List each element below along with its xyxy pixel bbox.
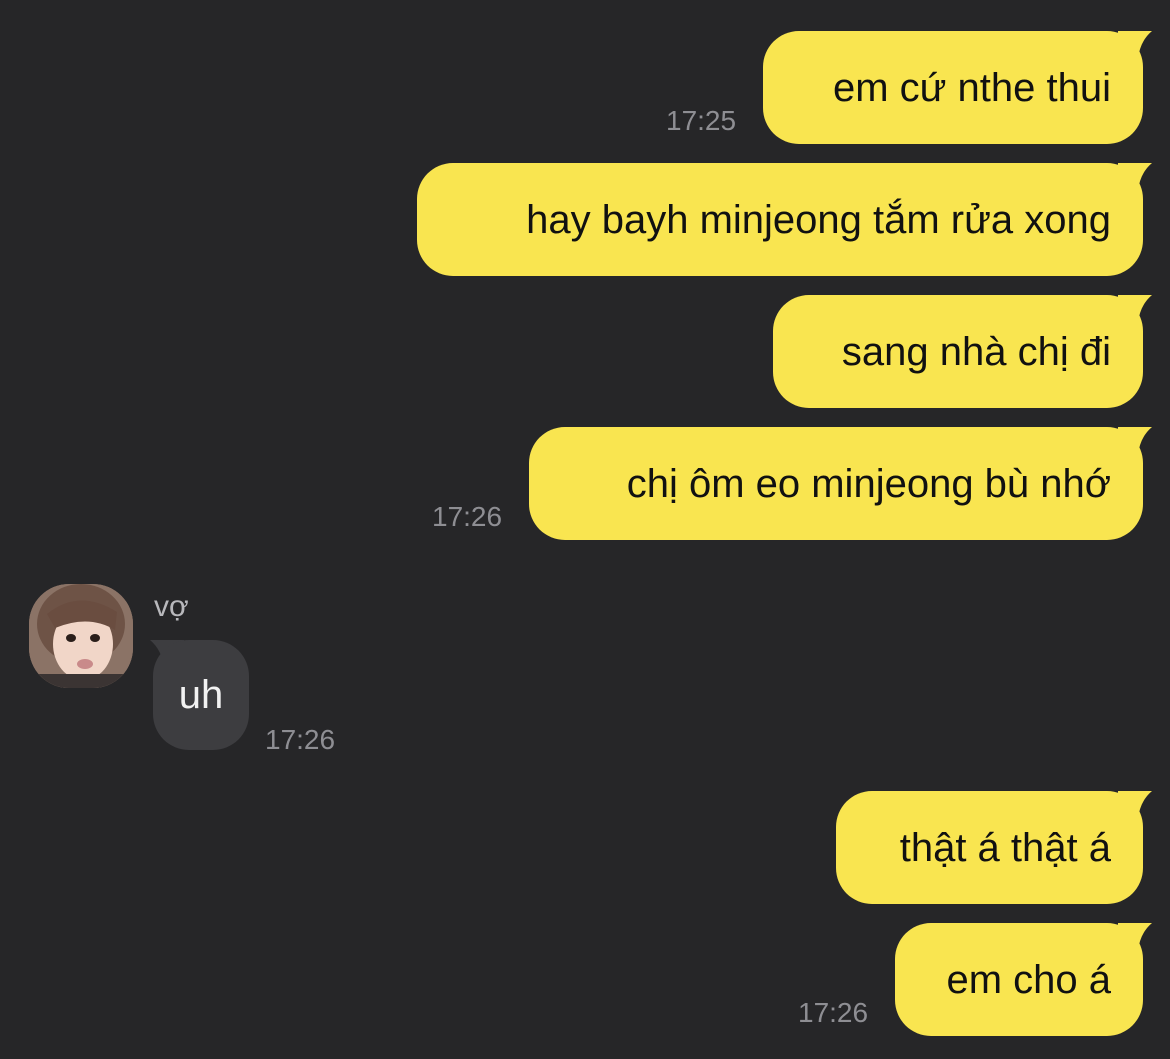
message-bubble-incoming[interactable]: uh — [153, 640, 249, 750]
timestamp: 17:26 — [798, 997, 869, 1028]
bubble-tail-icon — [1118, 31, 1152, 59]
sender-name: vợ — [154, 590, 189, 623]
message-text: chị ôm eo minjeong bù nhớ — [626, 461, 1111, 506]
timestamp: 17:26 — [265, 724, 336, 755]
bubble-tail-icon — [1118, 427, 1152, 455]
bubble-tail-icon — [1118, 923, 1152, 951]
message-bubble-outgoing[interactable]: chị ôm eo minjeong bù nhớ — [529, 427, 1143, 540]
message-text: hay bayh minjeong tắm rửa xong — [526, 197, 1111, 242]
message-bubble-outgoing[interactable]: sang nhà chị đi — [773, 295, 1143, 408]
message-text: thật á thật á — [899, 825, 1111, 870]
timestamp: 17:25 — [666, 105, 737, 136]
bubble-tail-icon — [1118, 791, 1152, 819]
message-bubble-outgoing[interactable]: thật á thật á — [836, 791, 1143, 904]
message-text: uh — [178, 673, 224, 717]
message-bubble-outgoing[interactable]: hay bayh minjeong tắm rửa xong — [417, 163, 1143, 276]
timestamp: 17:26 — [432, 501, 503, 532]
message-text: em cho á — [946, 957, 1111, 1002]
message-text: sang nhà chị đi — [841, 329, 1111, 374]
message-bubble-outgoing[interactable]: em cho á — [895, 923, 1143, 1036]
message-text: em cứ nthe thui — [832, 65, 1111, 110]
avatar[interactable] — [29, 584, 133, 688]
bubble-tail-icon — [1118, 163, 1152, 191]
bubble-tail-icon — [1118, 295, 1152, 323]
message-bubble-outgoing[interactable]: em cứ nthe thui — [763, 31, 1143, 144]
profile-photo-icon — [29, 584, 133, 688]
